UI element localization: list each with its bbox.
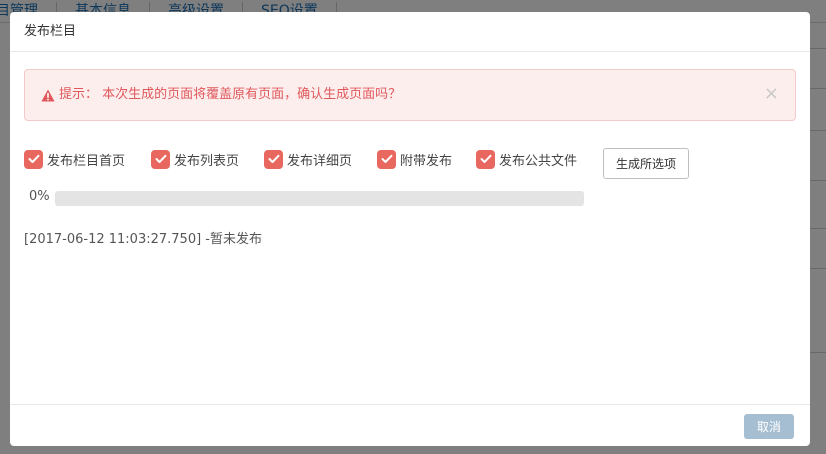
checkbox-checked-icon[interactable] [264,149,283,169]
close-icon[interactable]: × [764,84,779,104]
checkbox-checked-icon[interactable] [151,149,170,169]
option-label: 发布栏目首页 [47,153,126,169]
option-public-files[interactable]: 发布公共文件 [476,148,577,170]
progress-percent: 0% [29,189,50,204]
warning-alert: 提示： 本次生成的页面将覆盖原有页面，确认生成页面吗？ × [24,69,796,121]
option-detail-page[interactable]: 发布详细页 [264,148,352,170]
option-column-home[interactable]: 发布栏目首页 [24,148,125,170]
checkbox-checked-icon[interactable] [377,149,396,169]
checkbox-checked-icon[interactable] [476,149,495,169]
dialog-footer: 取消 [10,404,810,446]
option-label: 发布列表页 [174,153,240,169]
generate-selected-button[interactable]: 生成所选项 [603,148,689,179]
option-list-page[interactable]: 发布列表页 [151,148,239,170]
option-label: 发布详细页 [287,153,353,169]
publish-log: [2017-06-12 11:03:27.750] -暂未发布 [24,232,262,247]
dialog-title: 发布栏目 [10,12,810,52]
option-attached-publish[interactable]: 附带发布 [377,148,452,170]
checkbox-checked-icon[interactable] [24,149,43,169]
option-label: 发布公共文件 [499,153,578,169]
cancel-button[interactable]: 取消 [744,414,794,439]
publish-column-dialog: 发布栏目 提示： 本次生成的页面将覆盖原有页面，确认生成页面吗？ × 发布栏目首… [10,12,810,446]
warning-icon [41,89,55,102]
progress-bar [55,191,584,206]
alert-message: 提示： 本次生成的页面将覆盖原有页面，确认生成页面吗？ [59,87,402,102]
option-label: 附带发布 [400,153,453,169]
